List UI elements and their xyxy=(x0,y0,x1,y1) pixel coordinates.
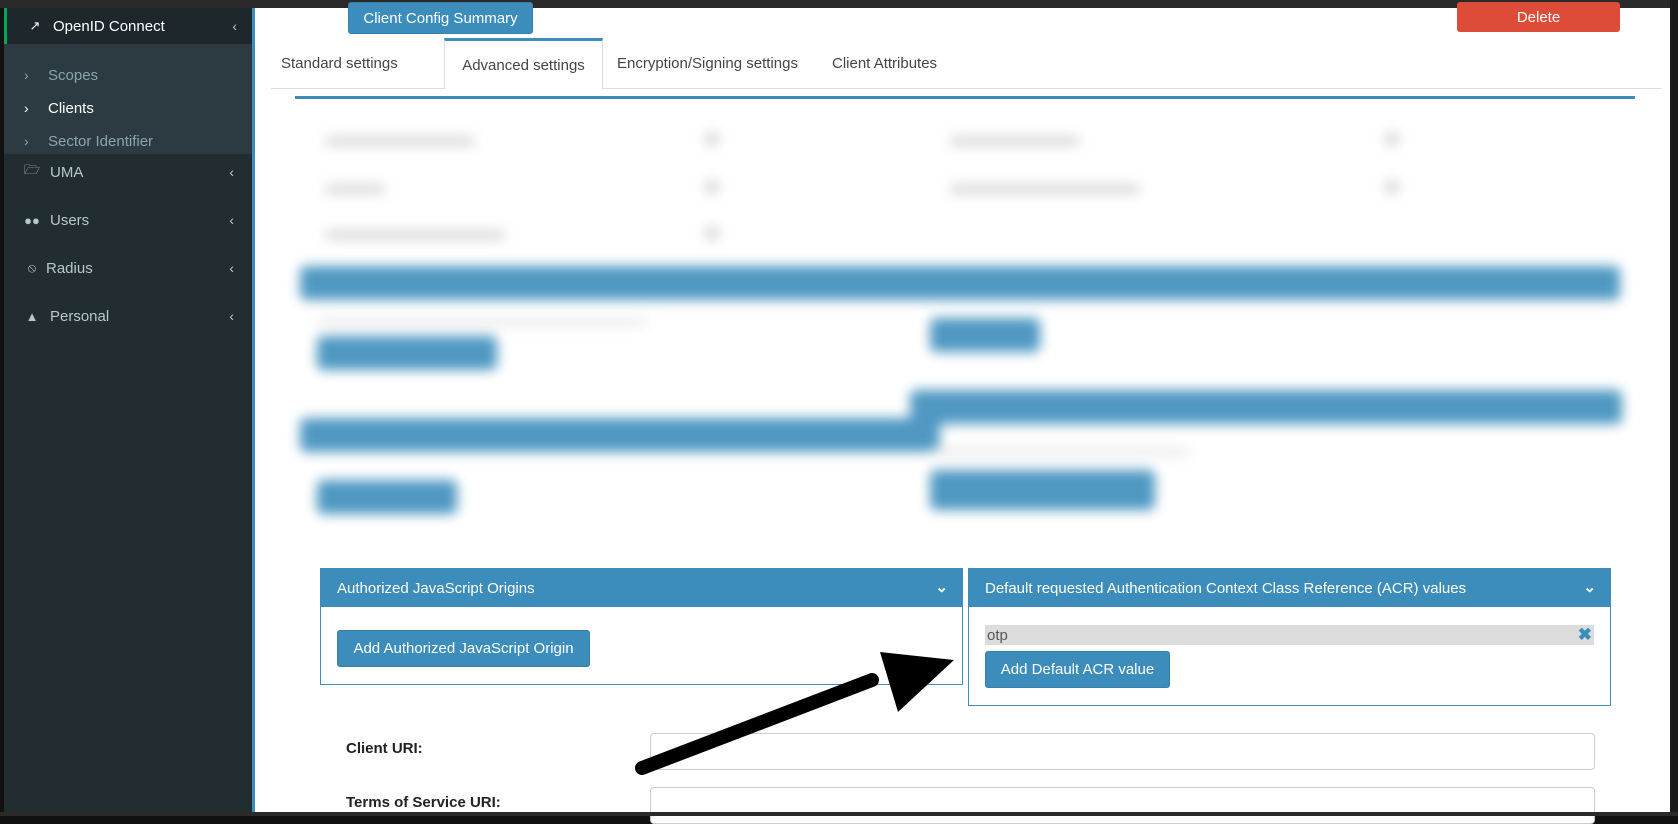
panel-header[interactable]: Default requested Authentication Context… xyxy=(969,569,1610,607)
sidebar-subitem-clients[interactable]: › Clients xyxy=(24,95,94,121)
chevron-right-icon: › xyxy=(24,133,29,149)
folder-open-icon: 🗁 xyxy=(23,162,41,177)
acr-value-item: otp ✖ xyxy=(985,625,1594,645)
panel-title: Default requested Authentication Context… xyxy=(985,579,1467,597)
tab-bar: Standard settings Advanced settings Encr… xyxy=(271,38,1661,89)
chevron-right-icon: › xyxy=(24,67,29,83)
sidebar-item-uma[interactable]: 🗁 UMA ‹ xyxy=(4,150,252,194)
tos-uri-label: Terms of Service URI: xyxy=(346,794,501,811)
sidebar-item-personal[interactable]: ▲ Personal ‹ xyxy=(4,294,252,338)
panel-title: Authorized JavaScript Origins xyxy=(337,579,535,597)
main-content: Client Config Summary Delete Standard se… xyxy=(252,2,1670,824)
sidebar-item-label: Personal xyxy=(50,307,110,325)
client-uri-input[interactable] xyxy=(650,733,1595,770)
external-link-icon: ↗ xyxy=(29,18,41,33)
client-config-summary-button[interactable]: Client Config Summary xyxy=(348,2,533,34)
client-uri-label: Client URI: xyxy=(346,740,423,757)
tab-advanced-settings[interactable]: Advanced settings xyxy=(444,38,603,89)
chevron-right-icon: › xyxy=(24,100,29,116)
sidebar-item-label: Users xyxy=(50,211,90,229)
chevron-left-icon: ‹ xyxy=(232,18,237,34)
sidebar-item-openid-row[interactable]: ↗ OpenID Connect ‹ xyxy=(7,4,255,48)
rss-icon: ⦸ xyxy=(27,260,37,275)
sidebar-item-label: OpenID Connect xyxy=(53,17,165,35)
sidebar-subitem-scopes[interactable]: › Scopes xyxy=(24,62,98,88)
sidebar-subitem-label: Sector Identifier xyxy=(48,132,154,150)
window-right-edge xyxy=(1670,0,1678,816)
tab-content-top-border xyxy=(295,96,1635,99)
sidebar: ↗ OpenID Connect ‹ › Scopes › Clients › … xyxy=(4,8,252,812)
chevron-left-icon: ‹ xyxy=(229,308,234,324)
authorized-js-origins-panel: Authorized JavaScript Origins ⌄ Add Auth… xyxy=(320,568,963,685)
chevron-down-icon[interactable]: ⌄ xyxy=(935,578,948,596)
sidebar-subitem-label: Scopes xyxy=(48,66,99,84)
sidebar-item-label: Radius xyxy=(46,259,93,277)
blurred-settings-region xyxy=(295,108,1663,538)
tab-client-attributes[interactable]: Client Attributes xyxy=(832,38,982,88)
user-icon: ▲ xyxy=(25,308,39,324)
acr-values-panel: Default requested Authentication Context… xyxy=(968,568,1611,706)
sidebar-item-openid-connect[interactable]: ↗ OpenID Connect ‹ xyxy=(4,8,252,44)
tos-uri-input[interactable] xyxy=(650,787,1595,824)
chevron-down-icon[interactable]: ⌄ xyxy=(1583,578,1596,596)
browser-bottom-strip xyxy=(0,812,1678,816)
delete-button[interactable]: Delete xyxy=(1457,2,1620,32)
sidebar-subitem-label: Clients xyxy=(48,99,94,117)
sidebar-item-radius[interactable]: ⦸ Radius ‹ xyxy=(4,246,252,290)
tab-encryption-signing-settings[interactable]: Encryption/Signing settings xyxy=(617,38,817,88)
screen: ↗ OpenID Connect ‹ › Scopes › Clients › … xyxy=(0,0,1678,824)
sidebar-submenu: › Scopes › Clients › Sector Identifier xyxy=(4,44,252,154)
remove-icon[interactable]: ✖ xyxy=(1578,625,1592,645)
chevron-left-icon: ‹ xyxy=(229,164,234,180)
acr-value-text: otp xyxy=(987,626,1008,644)
users-icon: ●● xyxy=(24,212,40,228)
sidebar-item-users[interactable]: ●● Users ‹ xyxy=(4,198,252,242)
chevron-left-icon: ‹ xyxy=(229,212,234,228)
add-default-acr-value-button[interactable]: Add Default ACR value xyxy=(985,651,1170,688)
sidebar-item-label: UMA xyxy=(50,163,84,181)
add-authorized-js-origin-button[interactable]: Add Authorized JavaScript Origin xyxy=(337,630,590,667)
chevron-left-icon: ‹ xyxy=(229,260,234,276)
tab-standard-settings[interactable]: Standard settings xyxy=(281,38,431,88)
panel-header[interactable]: Authorized JavaScript Origins ⌄ xyxy=(321,569,962,607)
